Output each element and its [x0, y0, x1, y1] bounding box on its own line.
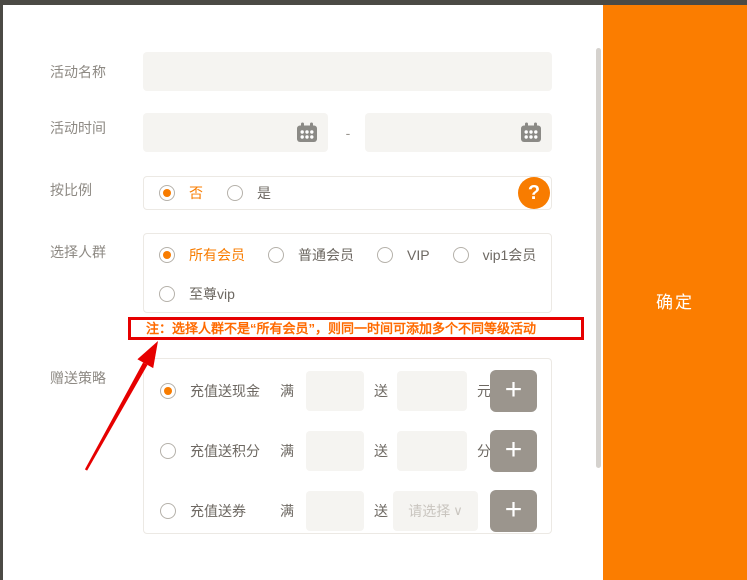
gift-strategy-group: 充值送现金 满 送 元 + 充值送积分 满 送 分 + 充值送券 满 送 请选择: [143, 358, 552, 534]
gift-coupon-amount-input[interactable]: [306, 491, 364, 531]
calendar-icon[interactable]: [520, 122, 542, 148]
date-range-separator: -: [341, 125, 355, 141]
radio-gift-cash[interactable]: [160, 383, 176, 399]
chevron-down-icon: ∨: [453, 503, 463, 519]
frame-top-border: [0, 0, 747, 5]
activity-name-label: 活动名称: [50, 65, 106, 79]
gift-points-mid: 送: [374, 441, 388, 461]
radio-audience-all[interactable]: [159, 247, 175, 263]
audience-option-vip[interactable]: VIP: [407, 247, 430, 263]
radio-audience-vip[interactable]: [377, 247, 393, 263]
gift-coupon-prefix: 满: [280, 501, 294, 521]
audience-option-all[interactable]: 所有会员: [189, 245, 245, 265]
gift-cash-gift-input[interactable]: [397, 371, 467, 411]
activity-name-input[interactable]: [143, 52, 552, 91]
gift-cash-prefix: 满: [280, 381, 294, 401]
note-text: 注：选择人群不是“所有会员”，则同一时间可添加多个不同等级活动: [146, 320, 536, 337]
audience-option-supreme[interactable]: 至尊vip: [189, 284, 235, 304]
radio-audience-vip1[interactable]: [453, 247, 469, 263]
gift-cash-amount-input[interactable]: [306, 371, 364, 411]
add-points-rule-button[interactable]: +: [490, 430, 537, 472]
radio-yes-label[interactable]: 是: [257, 183, 271, 203]
start-date-input[interactable]: [143, 113, 328, 152]
radio-gift-coupon[interactable]: [160, 503, 176, 519]
gift-points-gift-input[interactable]: [397, 431, 467, 471]
scrollbar-thumb[interactable]: [596, 48, 601, 468]
by-ratio-label: 按比例: [50, 183, 92, 197]
gift-coupon-label[interactable]: 充值送券: [190, 501, 280, 521]
gift-points-amount-input[interactable]: [306, 431, 364, 471]
by-ratio-group: 否 是 ?: [143, 176, 552, 210]
radio-yes[interactable]: [227, 185, 243, 201]
radio-audience-normal[interactable]: [268, 247, 284, 263]
gift-points-prefix: 满: [280, 441, 294, 461]
annotation-red-box: 注：选择人群不是“所有会员”，则同一时间可添加多个不同等级活动: [128, 317, 584, 340]
coupon-select[interactable]: 请选择 ∨: [393, 491, 478, 531]
gift-cash-mid: 送: [374, 381, 388, 401]
gift-points-unit: 分: [477, 441, 491, 461]
gift-points-label[interactable]: 充值送积分: [190, 441, 280, 461]
radio-gift-points[interactable]: [160, 443, 176, 459]
activity-form-window: 确定 活动名称 活动时间 - 按比例: [0, 0, 747, 580]
end-date-input[interactable]: [365, 113, 552, 152]
confirm-panel: 确定: [603, 5, 747, 580]
coupon-select-placeholder: 请选择: [408, 501, 450, 521]
gift-cash-label[interactable]: 充值送现金: [190, 381, 280, 401]
activity-time-label: 活动时间: [50, 121, 106, 135]
add-coupon-rule-button[interactable]: +: [490, 490, 537, 532]
audience-group: 所有会员 普通会员 VIP vip1会员 至尊vip: [143, 233, 552, 313]
radio-no-label[interactable]: 否: [189, 183, 203, 203]
gift-cash-unit: 元: [477, 381, 491, 401]
gift-coupon-mid: 送: [374, 501, 388, 521]
audience-option-vip1[interactable]: vip1会员: [483, 245, 537, 265]
audience-option-normal[interactable]: 普通会员: [298, 245, 354, 265]
frame-left-border: [0, 0, 3, 580]
add-cash-rule-button[interactable]: +: [490, 370, 537, 412]
confirm-button[interactable]: 确定: [603, 288, 747, 313]
gift-row-points: 充值送积分 满 送 分 +: [144, 431, 551, 471]
help-icon[interactable]: ?: [518, 177, 550, 209]
gift-row-cash: 充值送现金 满 送 元 +: [144, 371, 551, 411]
gift-strategy-label: 赠送策略: [50, 371, 106, 385]
audience-label: 选择人群: [50, 245, 106, 259]
radio-audience-supreme[interactable]: [159, 286, 175, 302]
calendar-icon[interactable]: [296, 122, 318, 148]
gift-row-coupon: 充值送券 满 送 请选择 ∨ +: [144, 491, 551, 531]
radio-no[interactable]: [159, 185, 175, 201]
